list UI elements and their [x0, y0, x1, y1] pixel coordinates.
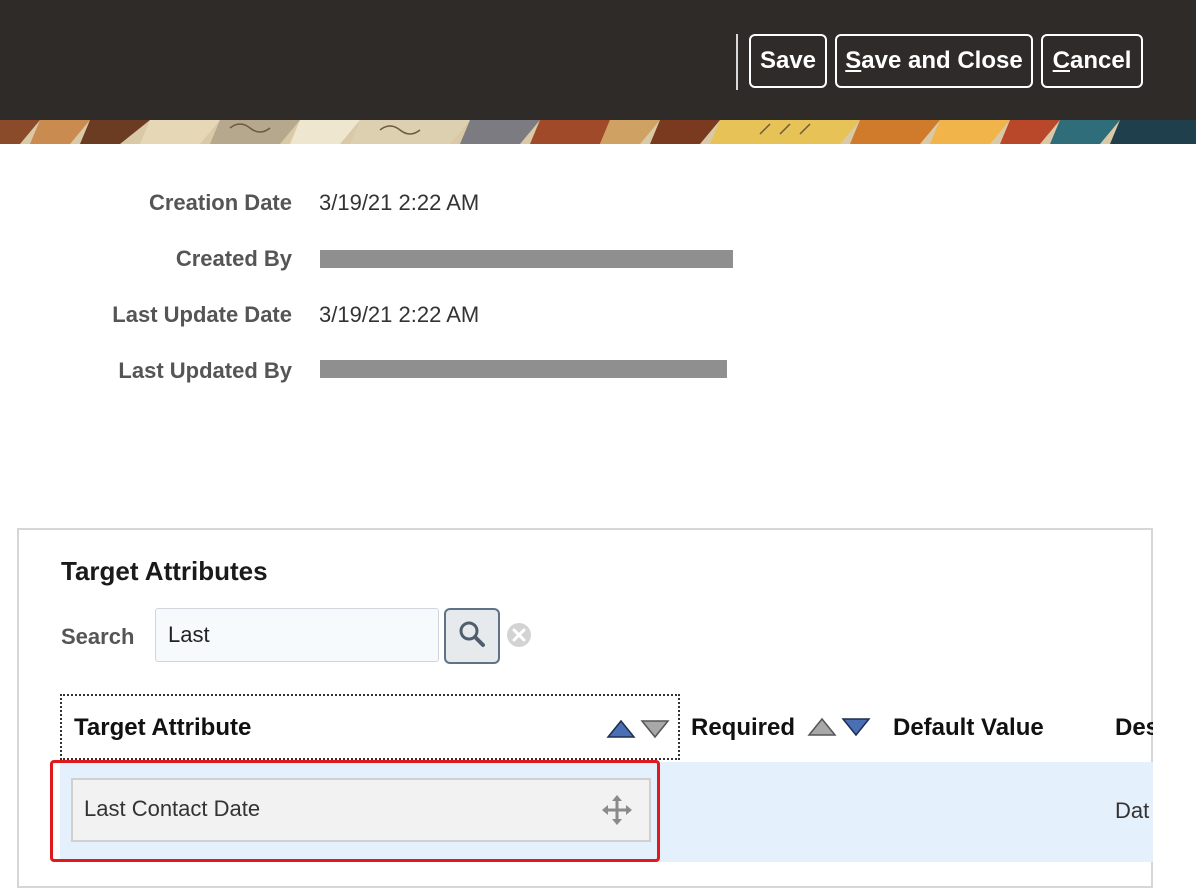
sort-controls: [606, 718, 670, 746]
sort-descending-icon[interactable]: [841, 716, 871, 744]
cancel-mnemonic: C: [1052, 47, 1070, 74]
search-input[interactable]: [155, 608, 439, 662]
column-header-default-value[interactable]: Default Value: [893, 694, 1093, 760]
creation-date-row: Creation Date 3/19/21 2:22 AM: [0, 188, 760, 218]
created-by-redacted-value: [320, 250, 733, 268]
creation-date-value: 3/19/21 2:22 AM: [319, 190, 480, 215]
created-by-row: Created By: [0, 244, 760, 274]
decorative-banner: [0, 120, 1196, 144]
save-and-close-mnemonic: S: [845, 47, 862, 74]
column-header-label: Required: [691, 714, 796, 741]
search-button[interactable]: [444, 608, 500, 664]
sort-ascending-icon[interactable]: [606, 718, 636, 746]
created-by-label: Created By: [175, 246, 292, 271]
column-header-description[interactable]: Des: [1115, 694, 1153, 760]
last-update-date-label: Last Update Date: [112, 302, 292, 327]
sort-controls: [807, 716, 871, 744]
last-updated-by-redacted-value: [320, 360, 727, 378]
save-and-close-label: ave and Close: [861, 47, 1023, 74]
column-header-required[interactable]: Required: [691, 694, 891, 760]
description-value: Dat: [1115, 798, 1150, 823]
column-header-target-attribute[interactable]: Target Attribute: [60, 694, 680, 760]
sort-descending-icon[interactable]: [640, 718, 670, 746]
save-button[interactable]: Save: [749, 34, 827, 88]
last-update-date-row: Last Update Date 3/19/21 2:22 AM: [0, 300, 760, 330]
sort-ascending-icon[interactable]: [807, 716, 837, 744]
column-header-label: Target Attribute: [74, 714, 252, 741]
panel-title: Target Attributes: [61, 556, 268, 586]
save-and-close-button[interactable]: Save and Close: [835, 34, 1033, 88]
toolbar-separator: [736, 34, 738, 90]
highlight-annotation: [50, 760, 660, 862]
last-updated-by-label: Last Updated By: [118, 358, 292, 383]
last-updated-by-row: Last Updated By: [0, 356, 760, 386]
column-header-label: Default Value: [893, 714, 1044, 741]
target-attributes-panel: Target Attributes Search Target Attribut…: [17, 528, 1153, 888]
description-cell: Dat: [1115, 762, 1153, 862]
cancel-button[interactable]: Cancel: [1041, 34, 1143, 88]
last-update-date-value: 3/19/21 2:22 AM: [319, 302, 480, 327]
search-label: Search: [61, 624, 135, 649]
clear-search-button[interactable]: [505, 621, 533, 654]
clear-icon: [505, 621, 533, 654]
cancel-label: ancel: [1069, 47, 1132, 74]
top-toolbar: Save Save and Close Cancel: [0, 0, 1196, 120]
creation-date-label: Creation Date: [148, 190, 292, 215]
search-icon: [457, 619, 487, 654]
column-header-label: Des: [1115, 714, 1153, 741]
